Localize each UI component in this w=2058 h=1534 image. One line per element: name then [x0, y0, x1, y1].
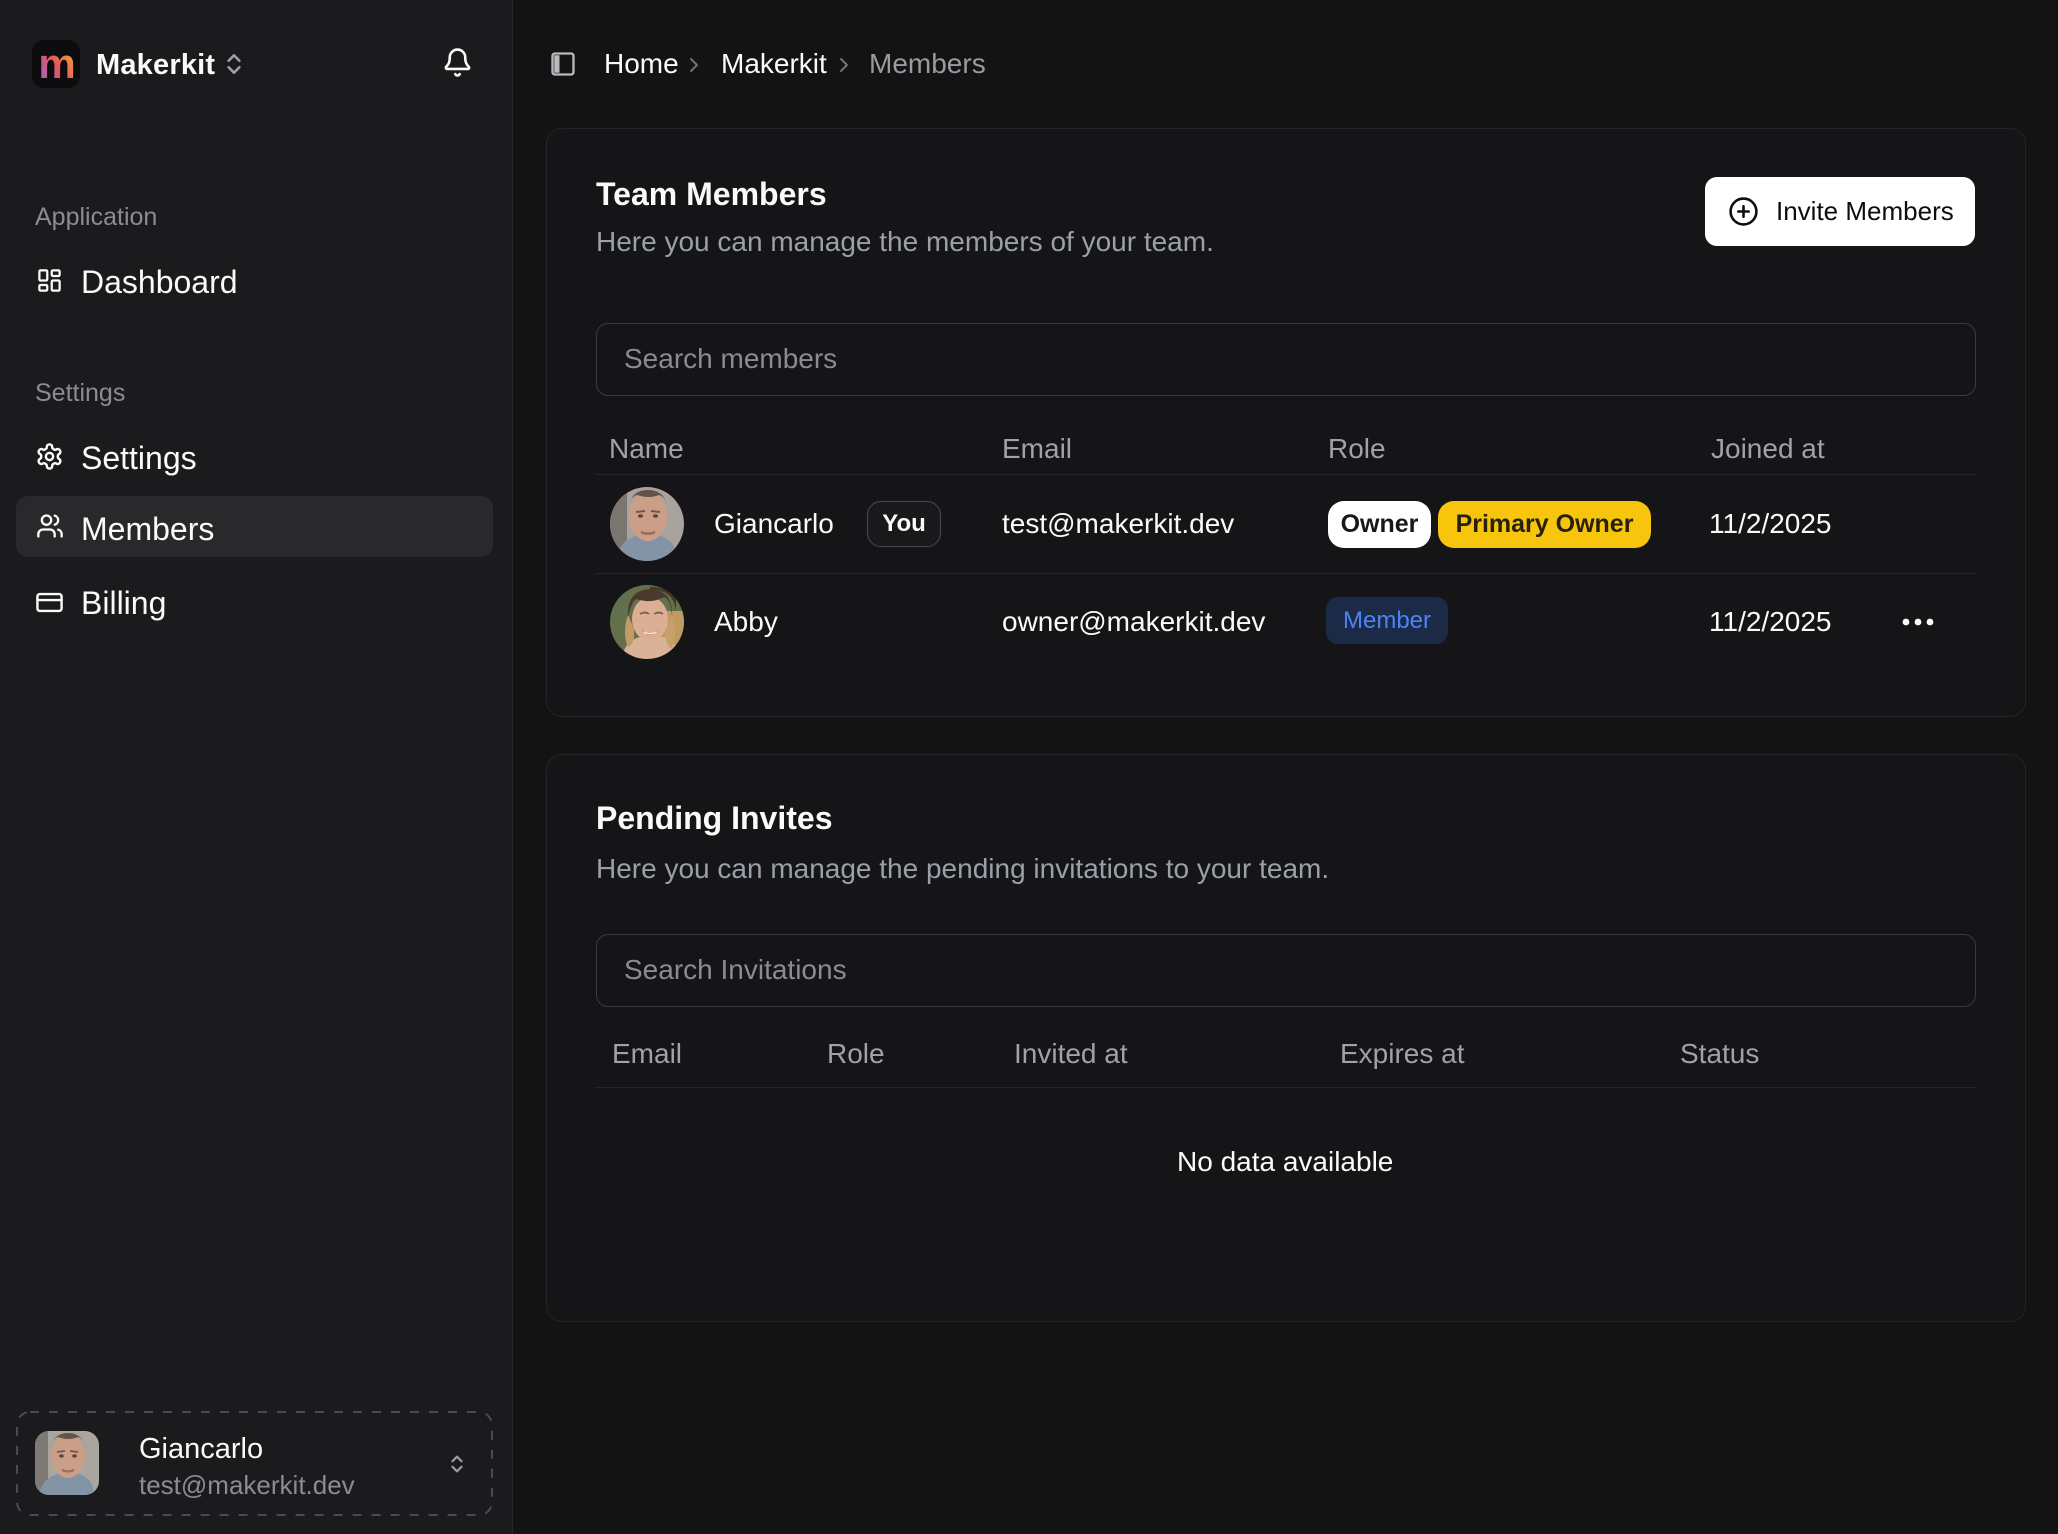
svg-text:m: m	[38, 40, 75, 87]
